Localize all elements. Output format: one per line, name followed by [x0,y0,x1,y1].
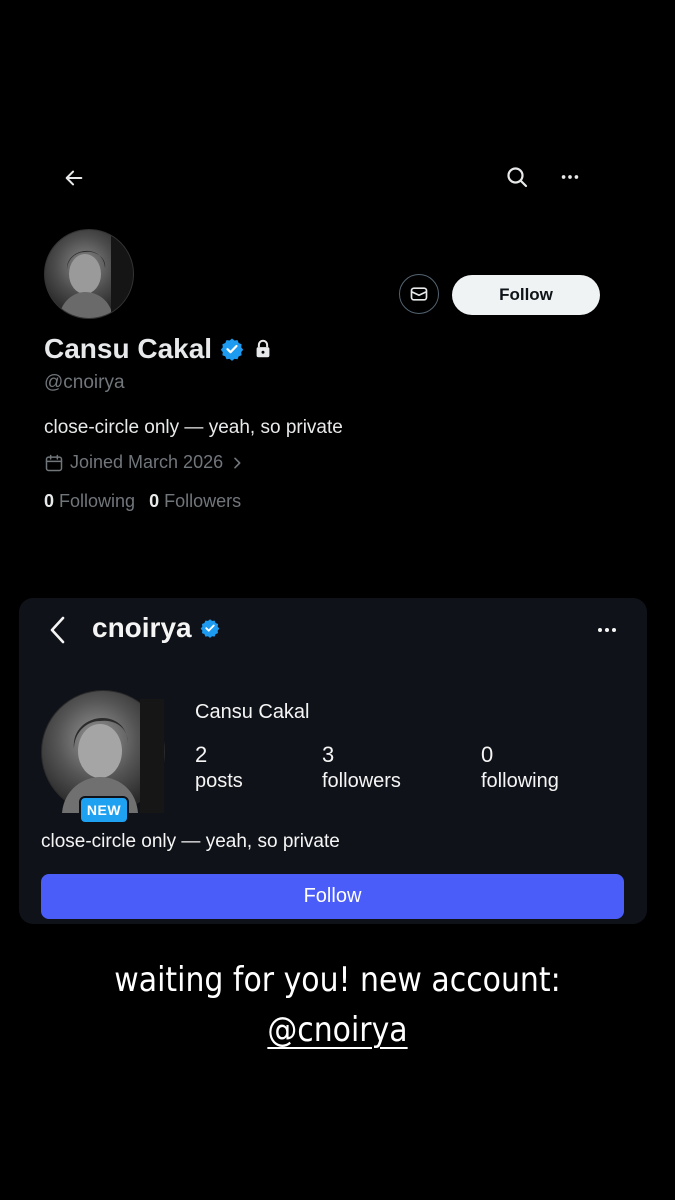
more-options-button[interactable] [554,161,586,193]
profile-handle: @cnoirya [44,372,125,393]
followers-label: Followers [164,491,242,511]
search-icon [507,167,528,188]
profile-bio: close-circle only — yeah, so private [44,417,343,438]
avatar-photo [62,699,164,813]
ig-username: cnoirya [92,612,192,643]
arrow-left-icon [65,170,83,186]
ig-full-name: Cansu Cakal [195,701,310,723]
envelope-icon [410,287,428,301]
back-button[interactable] [58,162,90,194]
more-horizontal-icon [561,175,579,179]
verified-badge-icon[interactable] [220,337,244,361]
ig-posts-count: 2 [195,742,208,767]
caption-mention-link[interactable]: @cnoirya [267,1010,407,1050]
more-horizontal-icon [598,628,616,632]
following-label: Following [59,491,136,511]
ig-posts-label: posts [195,770,243,792]
ig-followers-stat[interactable]: 3 followers [322,742,401,794]
display-name: Cansu Cakal [44,333,213,364]
joined-label: Joined March 2026 [70,452,224,472]
follow-stats: 0 Following 0 Followers [44,491,241,512]
ig-following-stat[interactable]: 0 following [481,742,559,794]
avatar-photo [59,236,133,318]
ig-followers-label: followers [322,770,401,792]
following-count: 0 [44,491,55,511]
search-button[interactable] [501,161,533,193]
ig-bio: close-circle only — yeah, so private [41,831,340,852]
joined-date[interactable]: Joined March 2026 [44,452,245,473]
ig-follow-button[interactable]: Follow [41,874,624,919]
ig-more-button[interactable] [591,614,623,646]
chevron-right-icon [234,457,241,468]
calendar-icon [45,454,63,471]
profile-name-row: Cansu Cakal [44,333,274,365]
chevron-left-icon [50,616,65,644]
following-link[interactable]: 0 Following [44,491,135,512]
ig-followers-count: 3 [322,742,335,767]
follow-button[interactable]: Follow [452,275,600,315]
ig-back-button[interactable] [44,613,72,647]
new-badge: NEW [79,796,129,824]
verified-badge-icon [200,619,219,638]
story-caption: waiting for you! new account: @cnoirya [41,955,635,1055]
lock-icon [256,339,270,358]
ig-username-header: cnoirya [92,612,220,644]
followers-count: 0 [149,491,160,511]
ig-following-label: following [481,770,559,792]
followers-link[interactable]: 0 Followers [149,491,241,512]
caption-line: waiting for you! new account: [114,960,561,1000]
profile-avatar[interactable] [44,229,134,319]
ig-following-count: 0 [481,742,494,767]
ig-posts-stat[interactable]: 2 posts [195,742,243,794]
message-button[interactable] [399,274,439,314]
